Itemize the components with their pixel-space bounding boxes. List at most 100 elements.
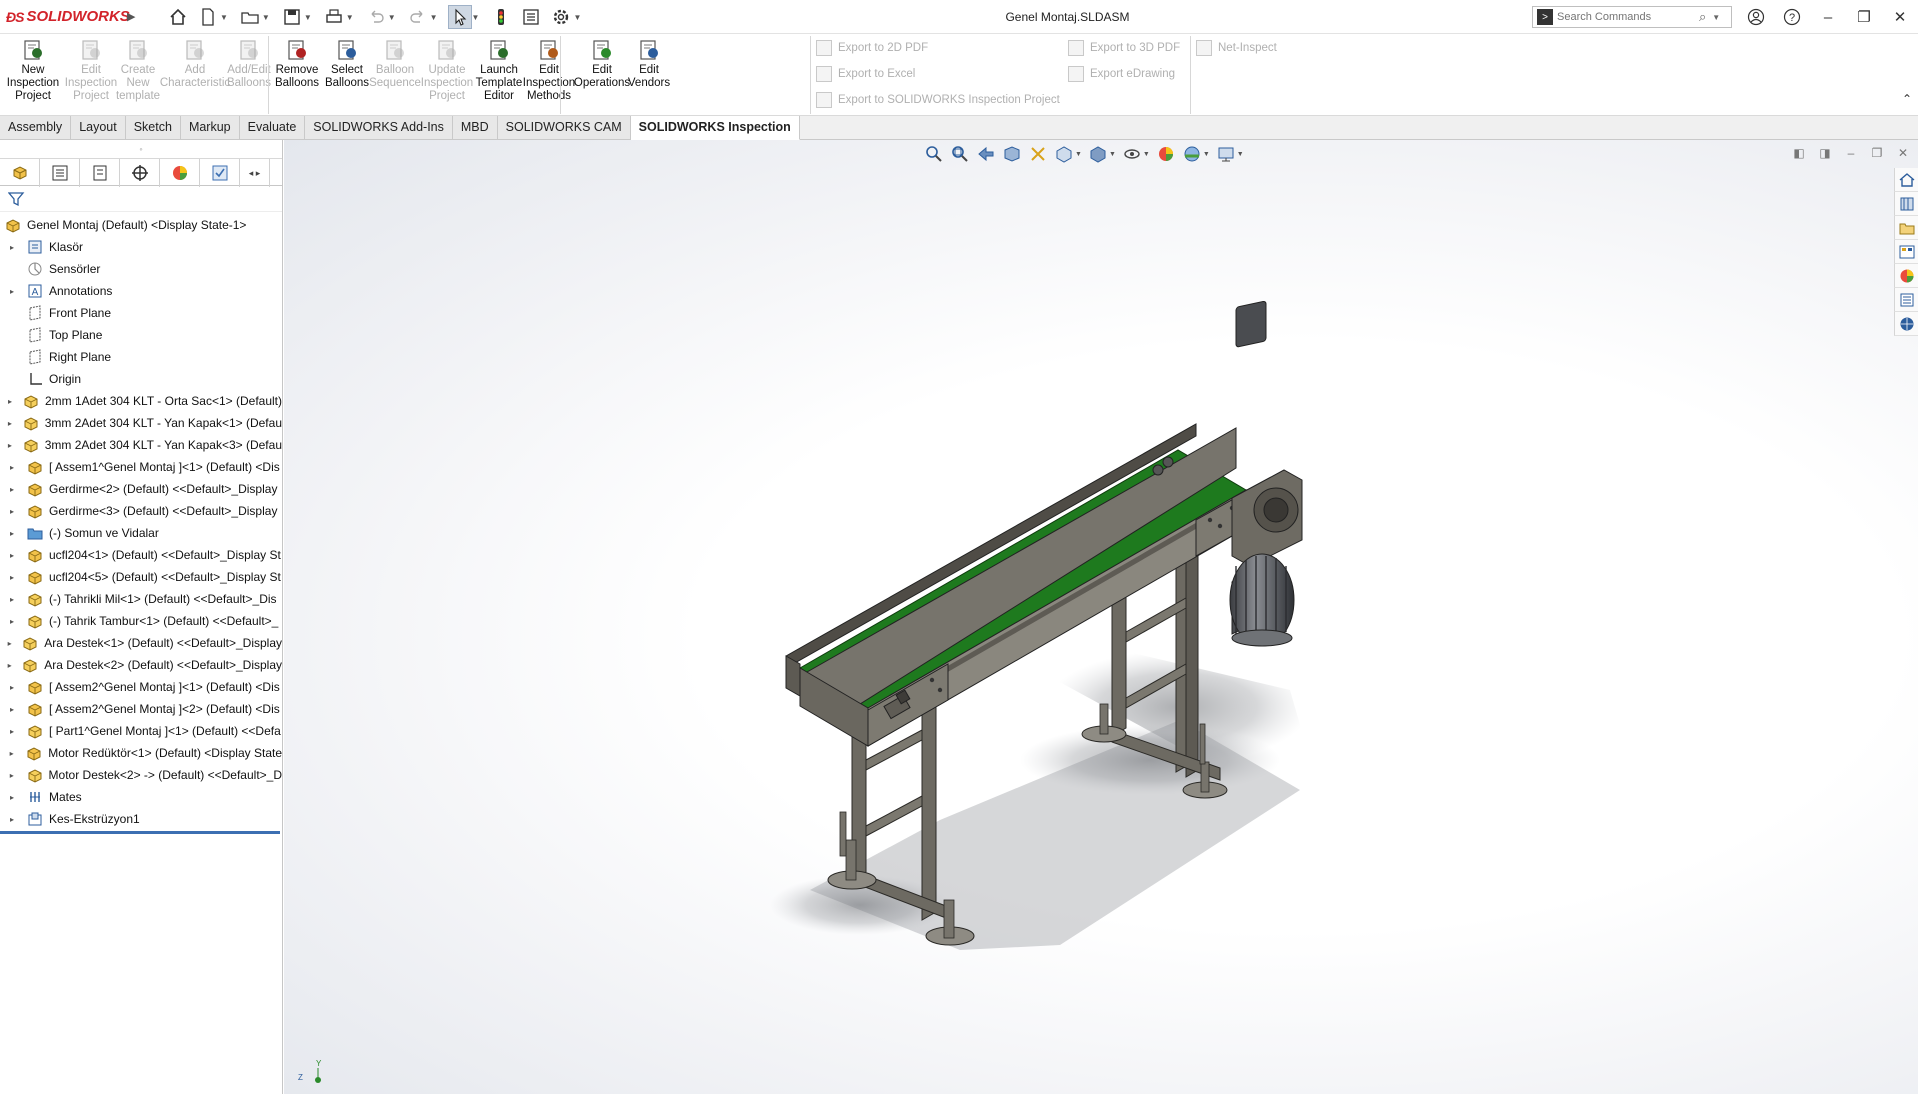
tree-item[interactable]: ▸ Ara Destek<2> (Default) <<Default>_Disp… [0,654,282,676]
print-icon[interactable] [322,5,346,29]
custom-properties-icon[interactable] [1894,288,1918,312]
tab-sketch[interactable]: Sketch [125,116,181,139]
view-settings-dropdown-icon[interactable]: ▼ [1237,151,1244,158]
graphics-area[interactable]: ▼ ▼ ▼ ▼ ▼ ◧ ◨ – ❐ ✕ Y Z [284,140,1918,1094]
zoom-to-fit-icon[interactable] [924,144,944,164]
search-dropdown-arrow-icon[interactable]: ▼ [1712,13,1720,22]
minimize-icon[interactable]: – [1810,0,1846,34]
tree-item[interactable]: ▸ (-) Tahrik Tambur<1> (Default) <<Defaul… [0,610,282,632]
tree-item[interactable]: ▸ (-) Tahrikli Mil<1> (Default) <<Default… [0,588,282,610]
tab-assembly[interactable]: Assembly [0,116,72,139]
hide-show-items-icon[interactable] [1122,144,1142,164]
tree-item[interactable]: Top Plane [0,324,282,346]
solidworks-forum-icon[interactable] [1894,312,1918,336]
edit-appearance-icon[interactable] [1156,144,1176,164]
tree-item[interactable]: ▸ 2mm 1Adet 304 KLT - Orta Sac<1> (Defaul… [0,390,282,412]
expand-arrow-icon[interactable]: ▸ [6,771,18,780]
tab-solidworks-add-ins[interactable]: SOLIDWORKS Add-Ins [305,116,453,139]
tree-item[interactable]: ▸ Klasör [0,236,282,258]
tree-root-assembly[interactable]: Genel Montaj (Default) <Display State-1> [0,214,282,236]
file-properties-icon[interactable] [519,5,543,29]
select-dropdown-arrow-icon[interactable]: ▼ [472,13,480,22]
expand-arrow-icon[interactable]: ▸ [6,243,18,252]
tab-markup[interactable]: Markup [180,116,240,139]
view-orientation-dropdown-icon[interactable]: ▼ [1075,151,1082,158]
launch-template-editor-button[interactable]: Launch Template Editor [474,38,524,103]
export-to-2d-pdf-button[interactable]: Export to 2D PDF [816,40,928,56]
tree-filter[interactable] [0,186,282,212]
home-icon[interactable] [166,5,190,29]
feature-manager-tab-icon[interactable] [0,159,40,187]
section-view-icon[interactable] [1002,144,1022,164]
edit-inspection-project-button[interactable]: Edit Inspection Project [65,38,117,103]
tab-layout[interactable]: Layout [71,116,126,139]
create-new-template-button[interactable]: Create New template [116,38,160,103]
open-dropdown-arrow-icon[interactable]: ▼ [262,13,270,22]
display-manager-tab-icon[interactable] [160,159,200,187]
save-icon[interactable] [280,5,304,29]
expand-arrow-icon[interactable]: ▸ [6,507,18,516]
viewport-close-icon[interactable]: ✕ [1894,144,1912,162]
edit-vendors-button[interactable]: Edit Vendors [626,38,672,90]
tree-item[interactable]: ▸ [ Assem2^Genel Montaj ]<1> (Default) <D… [0,676,282,698]
edit-operations-button[interactable]: Edit Operations [574,38,630,90]
tile-left-icon[interactable]: ◧ [1790,144,1808,162]
filter-icon[interactable] [8,191,26,207]
tile-right-icon[interactable]: ◨ [1816,144,1834,162]
expand-arrow-icon[interactable]: ▸ [6,727,18,736]
view-palette-icon[interactable] [1894,240,1918,264]
redo-dropdown-arrow-icon[interactable]: ▼ [430,13,438,22]
new-inspection-project-button[interactable]: New Inspection Project [4,38,62,103]
zoom-to-area-icon[interactable] [950,144,970,164]
tree-item[interactable]: ▸ (-) Somun ve Vidalar [0,522,282,544]
save-dropdown-arrow-icon[interactable]: ▼ [304,13,312,22]
select-cursor-icon[interactable] [447,5,472,29]
expand-arrow-icon[interactable]: ▸ [6,441,14,450]
redo-icon[interactable] [406,5,430,29]
tree-item[interactable]: Origin [0,368,282,390]
options-gear-icon[interactable] [549,5,573,29]
undo-dropdown-arrow-icon[interactable]: ▼ [388,13,396,22]
viewport-minimize-icon[interactable]: – [1842,144,1860,162]
export-to-3d-pdf-button[interactable]: Export to 3D PDF [1068,40,1180,56]
display-style-dropdown-icon[interactable]: ▼ [1109,151,1116,158]
open-folder-icon[interactable] [238,5,262,29]
select-balloons-button[interactable]: Select Balloons [322,38,372,90]
tree-item[interactable]: Front Plane [0,302,282,324]
dimxpert-manager-tab-icon[interactable] [120,159,160,187]
expand-arrow-icon[interactable]: ▸ [6,463,18,472]
solidworks-logo[interactable]: ƉS SOLIDWORKS [6,8,130,25]
remove-balloons-button[interactable]: Remove Balloons [272,38,322,90]
previous-view-icon[interactable] [976,144,996,164]
property-manager-tab-icon[interactable] [40,159,80,187]
tree-item[interactable]: ▸ 3mm 2Adet 304 KLT - Yan Kapak<3> (Defau [0,434,282,456]
expand-arrow-icon[interactable]: ▸ [6,287,18,296]
export-to-excel-button[interactable]: Export to Excel [816,66,915,82]
tree-item[interactable]: ▸ [ Part1^Genel Montaj ]<1> (Default) <<D… [0,720,282,742]
tree-item[interactable]: ▸ [ Assem2^Genel Montaj ]<2> (Default) <D… [0,698,282,720]
restore-icon[interactable]: ❐ [1846,0,1882,34]
help-icon[interactable]: ? [1774,0,1810,34]
tree-item[interactable]: ▸ 3mm 2Adet 304 KLT - Yan Kapak<1> (Defau [0,412,282,434]
tab-solidworks-inspection[interactable]: SOLIDWORKS Inspection [630,116,800,140]
display-style-icon[interactable] [1088,144,1108,164]
appearances-scenes-icon[interactable] [1894,264,1918,288]
expand-arrow-icon[interactable]: ▸ [6,595,18,604]
tree-item[interactable]: ▸ Kes-Ekstrüzyon1 [0,808,282,830]
balloon-sequence-button[interactable]: Balloon Sequence [369,38,421,90]
print-dropdown-arrow-icon[interactable]: ▼ [346,13,354,22]
tree-item[interactable]: Sensörler [0,258,282,280]
expand-arrow-icon[interactable]: ▸ [6,573,18,582]
menu-expand-arrow-icon[interactable]: ▶ [127,10,135,23]
expand-arrow-icon[interactable]: ▸ [6,551,18,560]
collapse-ribbon-icon[interactable]: ⌃ [1902,92,1912,106]
expand-arrow-icon[interactable]: ▸ [6,815,18,824]
traffic-light-rebuild-icon[interactable] [489,5,513,29]
tree-item[interactable]: ▸ ucfl204<5> (Default) <<Default>_Display… [0,566,282,588]
tab-mbd[interactable]: MBD [452,116,498,139]
tree-item[interactable]: ▸ A Annotations [0,280,282,302]
export-to-solidworks-inspection-project-button[interactable]: Export to SOLIDWORKS Inspection Project [816,92,1060,108]
search-commands-box[interactable]: > ⌕ ▼ [1532,6,1732,28]
close-icon[interactable]: ✕ [1882,0,1918,34]
view-orientation-icon[interactable] [1054,144,1074,164]
